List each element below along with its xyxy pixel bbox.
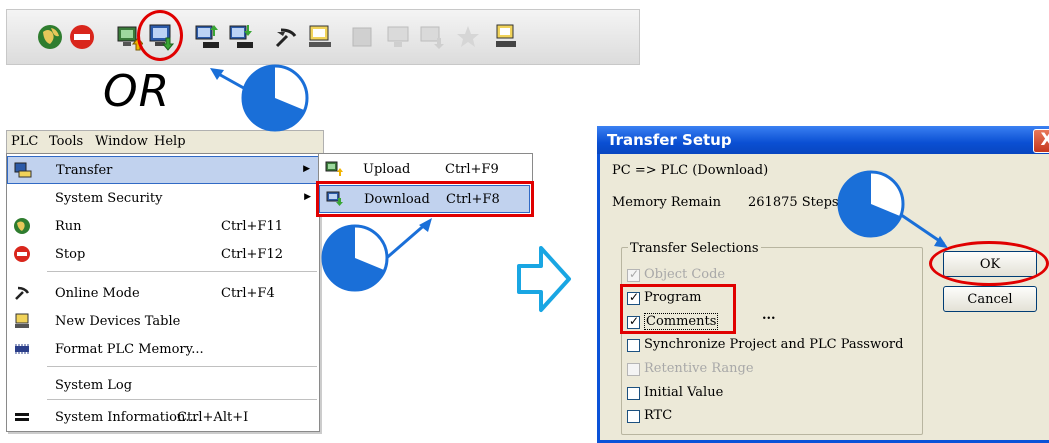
click-pointer-3 (837, 170, 948, 248)
synchronize-password-label: Synchronize Project and PLC Password (644, 337, 904, 352)
synchronize-password-checkbox[interactable] (627, 339, 640, 352)
more-options-ellipsis: ... (762, 308, 776, 323)
menu-item-online-mode[interactable]: Online Mode Ctrl+F4 (7, 280, 319, 306)
devices-table-icon (15, 313, 29, 328)
click-pointer-2 (321, 218, 432, 292)
stop-icon[interactable] (67, 22, 97, 52)
menu-item-system-information[interactable]: System Information... Ctrl+Alt+I (7, 404, 319, 430)
program-comments-highlight (620, 284, 736, 334)
initial-value-checkbox[interactable] (627, 387, 640, 400)
menu-item-stop[interactable]: Stop Ctrl+F12 (7, 241, 319, 267)
upload-icon (325, 161, 343, 176)
menu-help[interactable]: Help (154, 134, 186, 149)
memory-remain-value: 261875 Steps (748, 195, 839, 210)
object-code-checkbox: ✓ (627, 267, 640, 282)
retentive-range-checkbox (627, 363, 640, 376)
menu-item-run[interactable]: Run Ctrl+F11 (7, 213, 319, 239)
run-icon (14, 218, 30, 234)
online-mode-icon (15, 286, 30, 300)
submenu-arrow-icon: ▶ (303, 164, 310, 174)
retentive-range-label: Retentive Range (644, 361, 754, 376)
disabled-icon-2 (383, 22, 413, 52)
system-information-icon (15, 413, 29, 421)
transfer-icon (14, 162, 32, 178)
submenu-arrow-icon: ▶ (304, 192, 311, 202)
memory-remain-label: Memory Remain (612, 195, 721, 210)
cancel-button[interactable]: Cancel (943, 286, 1037, 312)
dialog-title-bar: Transfer Setup X (597, 126, 1049, 154)
menu-tools[interactable]: Tools (49, 134, 83, 149)
rtc-label: RTC (644, 408, 673, 423)
transfer-direction-text: PC => PLC (Download) (612, 163, 769, 178)
menu-separator (47, 271, 317, 272)
menu-item-new-devices-table[interactable]: New Devices Table (7, 308, 319, 334)
menu-window[interactable]: Window (95, 134, 148, 149)
initial-value-label: Initial Value (644, 385, 724, 400)
disabled-icon-4 (453, 22, 483, 52)
disabled-icon-1 (347, 22, 377, 52)
network-icon[interactable] (491, 22, 521, 52)
or-separator-text: OR (103, 66, 171, 117)
menu-item-system-log[interactable]: System Log (7, 372, 319, 398)
menu-item-format-plc-memory[interactable]: Format PLC Memory... (7, 336, 319, 362)
dialog-title: Transfer Setup (607, 131, 732, 149)
menu-item-system-security[interactable]: System Security ▶ (7, 185, 319, 211)
rtc-checkbox[interactable] (627, 410, 640, 423)
menu-separator (47, 366, 317, 367)
plc-dropdown-menu: Transfer ▶ System Security ▶ Run Ctrl+F1… (6, 153, 320, 432)
disabled-icon-3 (417, 22, 447, 52)
close-button[interactable]: X (1033, 129, 1049, 153)
menu-item-transfer[interactable]: Transfer ▶ (7, 156, 319, 184)
menu-separator (47, 399, 317, 400)
next-step-arrow-icon (517, 246, 571, 312)
submenu-item-upload[interactable]: Upload Ctrl+F9 (319, 156, 530, 182)
object-code-label: Object Code (644, 267, 726, 282)
click-pointer-1 (210, 64, 309, 132)
menubar: PLC Tools Window Help (6, 130, 324, 153)
download-button-highlight (137, 10, 183, 61)
stop-icon (14, 246, 30, 262)
memory-chip-icon (15, 344, 29, 354)
online-icon[interactable] (35, 22, 65, 52)
transfer-selections-label: Transfer Selections (628, 241, 761, 256)
menu-plc[interactable]: PLC (11, 134, 38, 149)
toolbar (6, 9, 640, 65)
